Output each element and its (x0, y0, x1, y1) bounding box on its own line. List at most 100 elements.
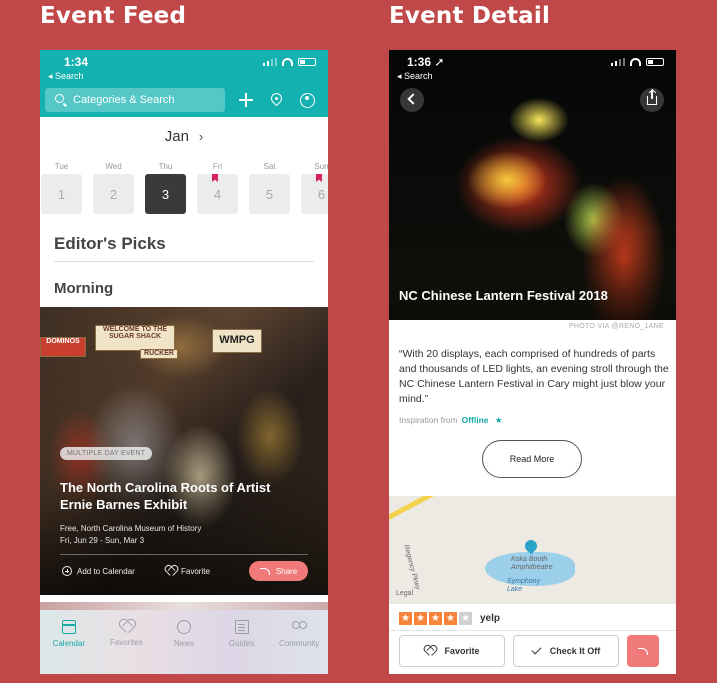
battery-icon (298, 58, 316, 66)
map-label-lake: Symphony Lake (507, 578, 541, 593)
tab-favorites[interactable]: Favorites (98, 610, 156, 674)
yelp-logo: yelp (480, 613, 501, 624)
location-pin-icon[interactable] (266, 90, 286, 110)
day-fri[interactable]: Fri 4 (197, 162, 238, 214)
event-title: NC Chinese Lantern Festival 2018 (399, 288, 608, 303)
wifi-icon (282, 58, 293, 66)
signal-icon (263, 58, 277, 66)
heart-icon (424, 646, 435, 656)
favorite-button[interactable]: Favorite (165, 566, 210, 576)
calendar-icon (61, 620, 76, 634)
feed-header: 1:34 ◂ Search Categories & Search (40, 50, 328, 117)
status-icons (263, 58, 316, 66)
share-button[interactable]: Share (249, 561, 308, 581)
day-strip: Tue 1 Wed 2 Thu 3 Fri 4 Sat 5 Sun 6 (41, 162, 328, 214)
guide-icon (234, 620, 249, 634)
battery-icon (646, 58, 664, 66)
panel-title-detail: Event Detail (389, 3, 551, 29)
share-icon (647, 90, 657, 105)
event-feed-screen: 1:34 ◂ Search Categories & Search Jan › T… (40, 50, 328, 674)
status-time: 1:34 (64, 55, 89, 69)
check-it-off-button[interactable]: Check It Off (513, 635, 619, 667)
map-road (389, 496, 437, 523)
location-map[interactable]: Koka Booth Amphitheatre Symphony Lake Re… (389, 496, 676, 604)
profile-user-icon[interactable] (297, 90, 317, 110)
back-to-search[interactable]: ◂ Search (48, 71, 84, 82)
month-selector[interactable]: Jan › (40, 128, 328, 145)
event-venue: Free, North Carolina Museum of History (60, 524, 202, 533)
star-icon: ★ (494, 415, 503, 425)
divider (54, 261, 314, 262)
search-placeholder: Categories & Search (73, 94, 175, 106)
favorite-label: Favorite (181, 566, 210, 576)
add-circle-icon (62, 566, 72, 576)
painting-sign-wmpg: WMPG (212, 329, 262, 353)
search-input[interactable]: Categories & Search (45, 88, 225, 112)
share-arrow-icon (259, 567, 270, 575)
back-button[interactable] (400, 88, 424, 112)
news-icon (176, 620, 191, 634)
status-icons (611, 58, 664, 66)
painting-sign-sugar-shack: WELCOME TO THE SUGAR SHACK (95, 325, 175, 351)
event-description: “With 20 displays, each comprised of hun… (399, 348, 669, 405)
star-icon: ★ (429, 612, 442, 625)
chevron-right-icon[interactable]: › (199, 129, 203, 144)
day-wed[interactable]: Wed 2 (93, 162, 134, 214)
read-more-button[interactable]: Read More (482, 440, 582, 478)
back-to-search[interactable]: ◂ Search (397, 71, 433, 82)
favorite-button[interactable]: Favorite (399, 635, 505, 667)
star-empty-icon: ★ (459, 612, 472, 625)
checkmark-icon (531, 644, 542, 655)
tab-news[interactable]: News (155, 610, 213, 674)
editors-picks-heading: Editor's Picks (54, 234, 166, 253)
share-label: Share (275, 566, 298, 576)
month-label: Jan (164, 128, 189, 145)
add-to-calendar-button[interactable]: Add to Calendar (62, 566, 135, 576)
add-event-plus-icon[interactable] (236, 90, 256, 110)
status-time: 1:36 ➚ (407, 55, 445, 69)
heart-icon (165, 566, 176, 576)
panel-title-feed: Event Feed (40, 3, 187, 29)
event-title[interactable]: The North Carolina Roots of Artist Ernie… (60, 479, 300, 513)
hero-shade (389, 230, 676, 320)
event-meta: Free, North Carolina Museum of History F… (60, 523, 201, 547)
share-button[interactable] (627, 635, 659, 667)
inspiration-line: Inspiration from Offline ★ (399, 415, 503, 425)
share-top-button[interactable] (640, 88, 664, 112)
signal-icon (611, 58, 625, 66)
yelp-rating[interactable]: ★ ★ ★ ★ ★ yelp (399, 612, 500, 625)
search-icon (55, 94, 64, 103)
day-sun[interactable]: Sun 6 (301, 162, 328, 214)
heart-icon (119, 620, 133, 633)
star-icon: ★ (414, 612, 427, 625)
favorite-label: Favorite (444, 646, 480, 656)
painting-sign-domino: DOMINOS (40, 337, 86, 357)
event-dates: Fri, Jun 29 - Sun, Mar 3 (60, 536, 145, 545)
tab-bar: Calendar Favorites News Guides Community (40, 610, 328, 674)
painting-sign-rucker: RUCKER (140, 349, 178, 359)
morning-heading: Morning (54, 280, 114, 297)
event-detail-screen: 1:36 ➚ ◂ Search NC Chinese Lantern Festi… (389, 50, 676, 674)
day-tue[interactable]: Tue 1 (41, 162, 82, 214)
photo-credit: PHOTO VIA @RENO_1ANE (568, 323, 664, 330)
multiple-day-badge: MULTIPLE DAY EVENT (60, 447, 153, 460)
day-sat[interactable]: Sat 5 (249, 162, 290, 214)
share-arrow-icon (638, 647, 648, 655)
tab-guides[interactable]: Guides (213, 610, 271, 674)
map-label-road: Regency Pkwy (402, 544, 421, 591)
inspiration-source-link[interactable]: Offline (462, 415, 489, 425)
star-icon: ★ (444, 612, 457, 625)
day-thu-selected[interactable]: Thu 3 (145, 162, 186, 214)
check-it-off-label: Check It Off (549, 646, 601, 656)
map-label-amphitheatre: Koka Booth Amphitheatre (511, 556, 553, 571)
divider (60, 554, 308, 555)
tab-community[interactable]: Community (270, 610, 328, 674)
tab-calendar[interactable]: Calendar (40, 610, 98, 674)
chevron-left-icon (407, 93, 419, 105)
map-legal-link[interactable]: Legal (396, 590, 413, 597)
wifi-icon (630, 58, 641, 66)
add-to-calendar-label: Add to Calendar (77, 566, 135, 576)
event-card[interactable]: DOMINOS WELCOME TO THE SUGAR SHACK RUCKE… (40, 307, 328, 595)
detail-action-bar: Favorite Check It Off (389, 630, 676, 674)
star-icon: ★ (399, 612, 412, 625)
